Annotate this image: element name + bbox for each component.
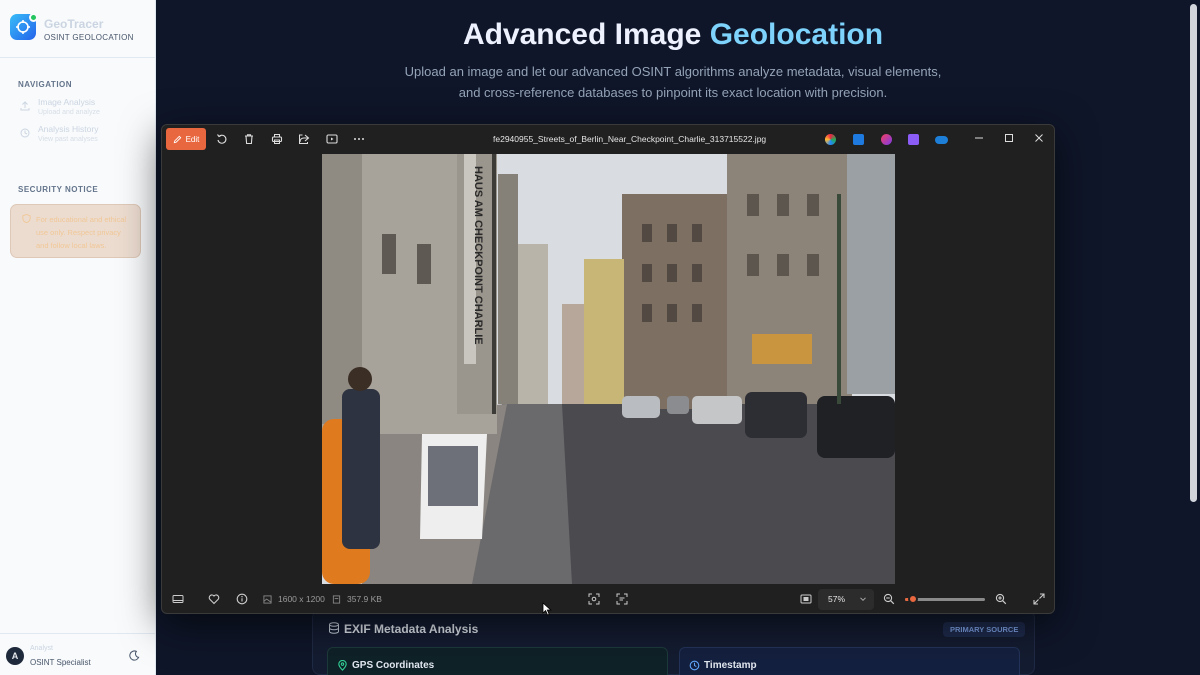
favorite-button[interactable] <box>207 592 221 606</box>
exif-title: EXIF Metadata Analysis <box>344 622 479 636</box>
sidebar: GeoTracer OSINT GEOLOCATION NAVIGATION I… <box>0 0 156 675</box>
zoom-in-icon <box>995 593 1007 605</box>
onedrive-icon[interactable] <box>935 136 948 144</box>
clipchamp-icon[interactable] <box>908 134 919 145</box>
info-icon <box>236 593 248 605</box>
rotate-icon <box>217 134 227 144</box>
title-accent: Geolocation <box>709 18 884 51</box>
fit-to-window-button[interactable] <box>799 592 813 606</box>
visual-search-icon <box>588 593 600 605</box>
image-size-icon <box>263 595 272 604</box>
rotate-button[interactable] <box>213 130 231 148</box>
avatar[interactable]: A <box>6 647 24 665</box>
security-notice: For educational and ethical use only. Re… <box>10 204 141 258</box>
play-icon <box>326 134 338 144</box>
more-button[interactable] <box>350 130 368 148</box>
file-name: fe2940955_Streets_of_Berlin_Near_Checkpo… <box>493 134 767 144</box>
mouse-cursor-icon <box>542 602 552 616</box>
nav-item-sub: View past analyses <box>38 136 98 143</box>
moon-icon[interactable] <box>129 650 140 661</box>
database-icon <box>329 622 339 634</box>
photo-canvas[interactable]: HAUS AM CHECKPOINT CHARLIE <box>322 154 895 584</box>
zoom-out-icon <box>883 593 895 605</box>
file-size: 357.9 KB <box>347 594 382 604</box>
close-icon <box>1035 134 1043 142</box>
share-icon <box>299 134 310 144</box>
clock-icon <box>689 660 700 671</box>
share-button[interactable] <box>295 130 313 148</box>
security-heading: SECURITY NOTICE <box>18 185 99 194</box>
edit-button[interactable]: Edit <box>166 128 206 150</box>
maximize-button[interactable] <box>1002 131 1016 145</box>
nav-item-label: Analysis History <box>38 124 99 134</box>
nav-heading: NAVIGATION <box>18 80 73 89</box>
filmstrip-icon <box>172 595 184 603</box>
fullscreen-button[interactable] <box>1032 592 1046 606</box>
sidebar-item-analysis-history[interactable]: Analysis History View past analyses <box>18 124 148 150</box>
filmstrip-button[interactable] <box>171 592 185 606</box>
timestamp-card[interactable]: Timestamp <box>679 647 1020 675</box>
user-name: Analyst <box>30 645 53 652</box>
close-button[interactable] <box>1032 131 1046 145</box>
viewer-toolbar: Edit fe2940955_Streets_of_Berlin_Near_Ch… <box>162 125 1054 154</box>
user-role: OSINT Specialist <box>30 658 91 667</box>
zoom-out-button[interactable] <box>882 592 896 606</box>
photo-sign-text: HAUS AM CHECKPOINT CHARLIE <box>472 166 484 345</box>
nav-item-label: Image Analysis <box>38 97 96 107</box>
user-footer: A Analyst OSINT Specialist <box>0 633 156 675</box>
photo-viewer-window: Edit fe2940955_Streets_of_Berlin_Near_Ch… <box>161 124 1055 614</box>
delete-button[interactable] <box>240 130 258 148</box>
copilot-icon[interactable] <box>825 134 836 145</box>
chevron-down-icon <box>860 597 866 602</box>
zoom-in-button[interactable] <box>994 592 1008 606</box>
image-dimensions: 1600 x 1200 <box>278 594 325 604</box>
viewer-statusbar: 1600 x 1200 357.9 KB 57% <box>162 584 1054 613</box>
map-pin-icon <box>338 660 347 671</box>
heart-icon <box>208 594 220 605</box>
primary-source-badge: PRIMARY SOURCE <box>943 622 1026 637</box>
street-photo: HAUS AM CHECKPOINT CHARLIE <box>322 154 895 584</box>
visual-search-button[interactable] <box>587 592 601 606</box>
minimize-icon <box>975 137 983 139</box>
sidebar-divider <box>0 57 156 58</box>
nav-item-sub: Upload and analyze <box>38 109 100 116</box>
text-scan-icon <box>616 593 628 605</box>
trash-icon <box>245 134 253 145</box>
gps-card[interactable]: GPS Coordinates <box>327 647 668 675</box>
more-icon <box>354 138 364 140</box>
page-title: Advanced Image Geolocation <box>156 18 1190 52</box>
info-button[interactable] <box>235 592 249 606</box>
crosshair-icon <box>16 20 30 34</box>
file-size-icon <box>332 595 341 604</box>
edit-label: Edit <box>185 134 200 144</box>
history-icon <box>20 128 30 138</box>
maximize-icon <box>1005 134 1013 142</box>
gps-card-label: GPS Coordinates <box>352 660 435 671</box>
timestamp-card-label: Timestamp <box>704 660 757 671</box>
slideshow-button[interactable] <box>323 130 341 148</box>
paint-icon[interactable] <box>881 134 892 145</box>
sidebar-item-image-analysis[interactable]: Image Analysis Upload and analyze <box>18 97 148 123</box>
page-scrollbar[interactable] <box>1190 4 1197 502</box>
minimize-button[interactable] <box>972 131 986 145</box>
security-notice-text: For educational and ethical use only. Re… <box>36 215 127 250</box>
fit-window-icon <box>800 594 812 604</box>
title-main: Advanced Image <box>462 18 702 51</box>
upload-icon <box>20 101 30 111</box>
text-extract-button[interactable] <box>615 592 629 606</box>
print-button[interactable] <box>268 130 286 148</box>
brand-subtitle: OSINT GEOLOCATION <box>44 33 134 42</box>
printer-icon <box>271 134 283 144</box>
expand-icon <box>1033 593 1045 605</box>
designer-icon[interactable] <box>853 134 864 145</box>
status-dot <box>29 13 38 22</box>
edit-icon <box>173 135 181 143</box>
zoom-value: 57% <box>828 594 846 604</box>
hero-description: Upload an image and let our advanced OSI… <box>404 64 942 100</box>
zoom-slider-thumb[interactable] <box>908 594 918 604</box>
brand-name: GeoTracer <box>44 17 104 31</box>
zoom-select[interactable]: 57% <box>818 589 874 610</box>
shield-icon <box>22 214 31 223</box>
